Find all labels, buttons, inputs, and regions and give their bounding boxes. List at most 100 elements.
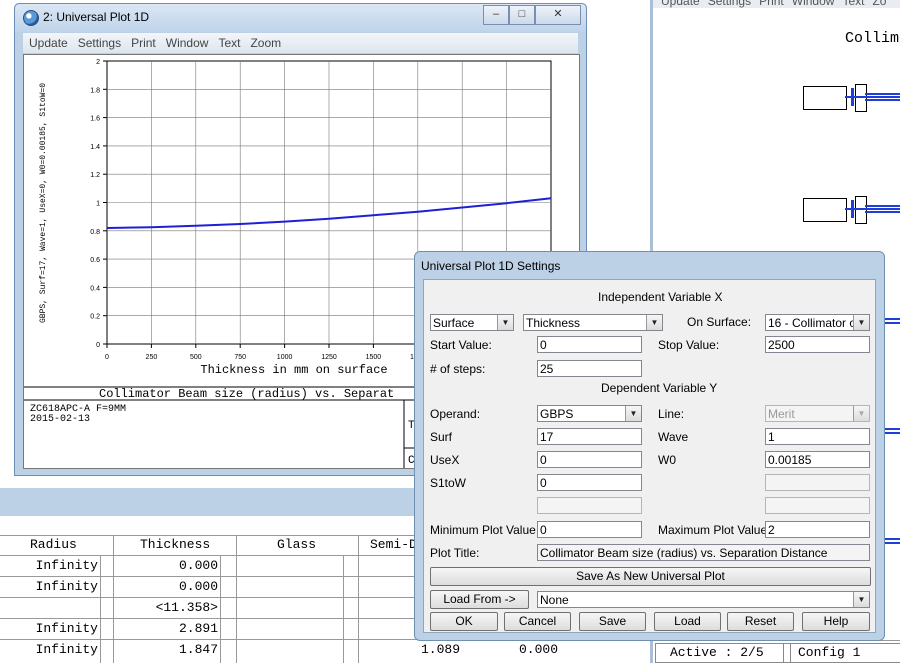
- min-plot-field[interactable]: 0: [537, 521, 642, 538]
- help-button[interactable]: Help: [802, 612, 870, 631]
- start-value-field[interactable]: 0: [537, 336, 642, 353]
- lens-element: [803, 198, 847, 222]
- x-axis-label: Thickness in mm on surface: [200, 363, 387, 377]
- beam-ray: [865, 93, 900, 95]
- beam-ray: [865, 205, 900, 207]
- reset-button[interactable]: Reset: [727, 612, 794, 631]
- steps-field[interactable]: 25: [537, 360, 642, 377]
- on-surface-select[interactable]: 16 - Collimator out ▼: [765, 314, 870, 331]
- menu-update[interactable]: Update: [29, 36, 68, 50]
- start-value-label: Start Value:: [430, 338, 492, 352]
- chevron-down-icon: ▼: [853, 406, 869, 421]
- table-cell-thickness[interactable]: <11.358>: [114, 598, 218, 618]
- menu-zoom[interactable]: Zoom: [250, 36, 281, 50]
- header-thickness[interactable]: Thickness: [140, 535, 210, 555]
- empty-param-field[interactable]: [537, 497, 642, 514]
- table-cell-radius[interactable]: Infinity: [0, 619, 98, 639]
- layout-menu-update[interactable]: Update: [661, 0, 700, 8]
- beam-ray: [883, 432, 900, 434]
- y-tick-label: 1.4: [90, 144, 100, 151]
- menu-settings[interactable]: Settings: [78, 36, 121, 50]
- load-from-select[interactable]: None ▼: [537, 591, 870, 608]
- x-tick-label: 1500: [366, 354, 382, 361]
- table-cell-thickness[interactable]: 0.000: [114, 556, 218, 576]
- plot-window-titlebar[interactable]: 2: Universal Plot 1D – □ ✕: [15, 4, 586, 32]
- empty-param-field[interactable]: [765, 497, 870, 514]
- x-param-select[interactable]: Thickness ▼: [523, 314, 663, 331]
- menu-print[interactable]: Print: [131, 36, 156, 50]
- y-tick-label: 0.6: [90, 257, 100, 264]
- header-glass[interactable]: Glass: [277, 535, 316, 555]
- layout-menu-settings[interactable]: Settings: [708, 0, 751, 8]
- maximize-button[interactable]: □: [509, 5, 535, 25]
- menu-window[interactable]: Window: [166, 36, 209, 50]
- save-button[interactable]: Save: [579, 612, 646, 631]
- stop-value-field[interactable]: 2500: [765, 336, 870, 353]
- min-plot-label: Minimum Plot Value: [430, 523, 536, 537]
- table-grid: [358, 535, 359, 663]
- table-cell-value[interactable]: 0.000: [500, 640, 558, 660]
- layout-menu-zoom[interactable]: Zo: [872, 0, 886, 8]
- minimize-button[interactable]: –: [483, 5, 509, 25]
- table-cell-radius[interactable]: Infinity: [0, 577, 98, 597]
- beam-ray: [883, 428, 900, 430]
- y-axis-label: GBPS, Surf=17, Wave=1, UseX=0, W0=0.0018…: [39, 83, 48, 323]
- layout-title: Collim: [845, 30, 900, 47]
- table-cell-thickness[interactable]: 2.891: [114, 619, 218, 639]
- load-button[interactable]: Load: [654, 612, 721, 631]
- table-cell-thickness[interactable]: 0.000: [114, 577, 218, 597]
- beam-ray: [851, 88, 854, 106]
- lens-element: [855, 196, 867, 224]
- usex-field[interactable]: 0: [537, 451, 642, 468]
- cancel-button[interactable]: Cancel: [504, 612, 571, 631]
- plot-info-date: 2015-02-13: [30, 414, 90, 425]
- table-grid: [220, 555, 221, 663]
- x-param-value: Thickness: [526, 316, 581, 330]
- load-from-value: None: [540, 593, 569, 607]
- table-grid: [100, 555, 101, 663]
- operand-select[interactable]: GBPS ▼: [537, 405, 642, 422]
- menu-text[interactable]: Text: [218, 36, 240, 50]
- app-icon: [23, 10, 39, 26]
- y-tick-label: 1: [96, 201, 100, 208]
- layout-menu-window[interactable]: Window: [792, 0, 835, 8]
- load-from-button[interactable]: Load From ->: [430, 590, 529, 609]
- table-cell-thickness[interactable]: 1.847: [114, 640, 218, 660]
- x-type-select[interactable]: Surface ▼: [430, 314, 514, 331]
- empty-param-field[interactable]: [765, 474, 870, 491]
- save-as-new-button[interactable]: Save As New Universal Plot: [430, 567, 871, 586]
- close-button[interactable]: ✕: [535, 5, 581, 25]
- s1tow-label: S1toW: [430, 476, 467, 490]
- ok-button[interactable]: OK: [430, 612, 498, 631]
- line-select[interactable]: Merit ▼: [765, 405, 870, 422]
- plot-title-label: Plot Title:: [430, 546, 480, 560]
- wave-field[interactable]: 1: [765, 428, 870, 445]
- header-radius[interactable]: Radius: [30, 535, 77, 555]
- operand-value: GBPS: [540, 407, 574, 421]
- beam-ray: [883, 542, 900, 544]
- chevron-down-icon: ▼: [625, 406, 641, 421]
- x-tick-label: 0: [105, 354, 109, 361]
- table-grid: [343, 555, 344, 663]
- table-cell-radius[interactable]: Infinity: [0, 556, 98, 576]
- layout-menu-print[interactable]: Print: [759, 0, 784, 8]
- surf-field[interactable]: 17: [537, 428, 642, 445]
- plot-title-field[interactable]: Collimator Beam size (radius) vs. Separa…: [537, 544, 870, 561]
- settings-dialog: Universal Plot 1D Settings Independent V…: [414, 251, 885, 641]
- max-plot-label: Maximum Plot Value: [658, 523, 768, 537]
- w0-field[interactable]: 0.00185: [765, 451, 870, 468]
- header-semi-diameter[interactable]: Semi-D: [370, 535, 417, 555]
- table-cell-radius[interactable]: [0, 598, 98, 618]
- beam-ray: [865, 99, 900, 101]
- dialog-panel: Independent Variable X Surface ▼ Thickne…: [423, 279, 876, 633]
- x-tick-label: 1250: [321, 354, 337, 361]
- dependent-header: Dependent Variable Y: [601, 381, 718, 395]
- table-cell-radius[interactable]: Infinity: [0, 640, 98, 660]
- s1tow-field[interactable]: 0: [537, 474, 642, 491]
- y-tick-label: 1.8: [90, 87, 100, 94]
- table-cell-semi-diameter[interactable]: 1.089: [420, 640, 460, 660]
- max-plot-field[interactable]: 2: [765, 521, 870, 538]
- layout-menu-text[interactable]: Text: [842, 0, 864, 8]
- layout-menubar: Update Settings Print Window Text Zo: [653, 0, 900, 8]
- status-active: Active : 2/5: [655, 643, 791, 663]
